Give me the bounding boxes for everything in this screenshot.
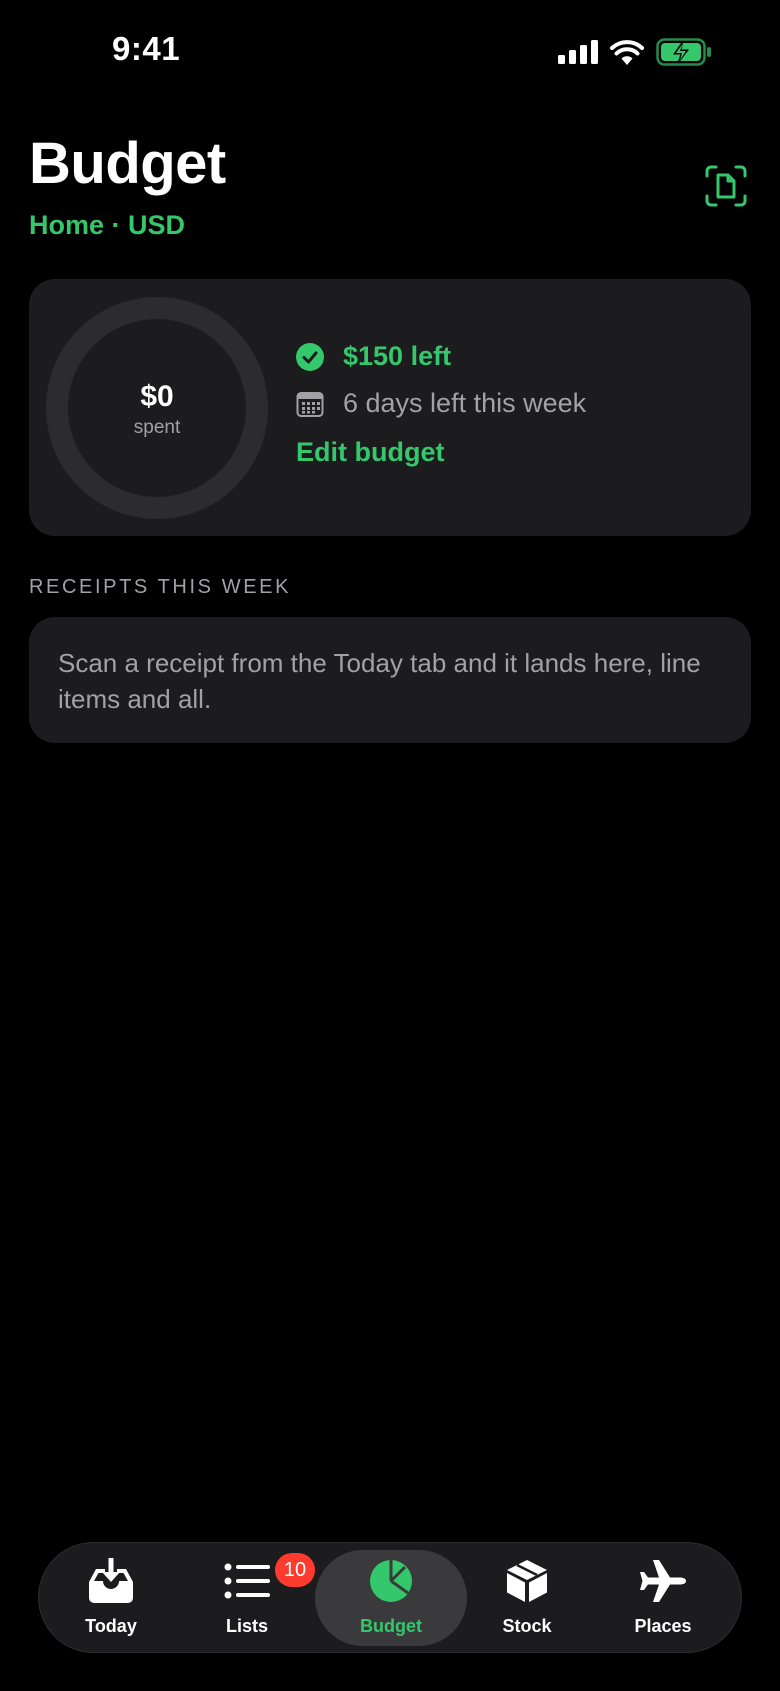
tab-stock-label: Stock [502, 1616, 552, 1636]
days-left-row: 6 days left this week [296, 388, 586, 419]
receipts-section-header: RECEIPTS THIS WEEK [29, 576, 292, 598]
tab-today[interactable]: Today [43, 1543, 179, 1654]
tab-places-label: Places [634, 1616, 692, 1636]
airplane-icon [639, 1559, 687, 1608]
tab-lists-label: Lists [225, 1616, 268, 1636]
tab-stock[interactable]: Stock [459, 1543, 595, 1654]
budget-summary-card: $0 spent $150 left 6 days left this week… [29, 279, 751, 536]
battery-charging-icon [656, 38, 712, 71]
calendar-icon [296, 390, 324, 418]
cellular-signal-icon [558, 40, 598, 69]
days-left-text: 6 days left this week [343, 388, 587, 418]
status-bar: 9:41 [0, 0, 780, 100]
tray-download-icon [86, 1557, 136, 1609]
lists-count-badge: 10 [275, 1553, 315, 1587]
box-icon [505, 1559, 549, 1608]
doc-scan-icon [705, 165, 747, 211]
status-time: 9:41 [112, 30, 181, 67]
page-title: Budget [29, 131, 226, 196]
tab-bar: Today Lists 10 Budget Stock Places [38, 1542, 742, 1653]
scan-receipt-button[interactable] [705, 165, 747, 207]
list-icon [224, 1563, 270, 1604]
remaining-amount: $150 left [343, 341, 452, 371]
spent-label: spent [133, 417, 181, 438]
tab-places[interactable]: Places [595, 1543, 731, 1654]
pie-chart-icon [369, 1559, 413, 1608]
wifi-icon [610, 39, 644, 70]
receipts-empty-card: Scan a receipt from the Today tab and it… [29, 617, 751, 743]
household-currency-subtitle[interactable]: Home · USD [29, 210, 185, 241]
receipts-empty-text: Scan a receipt from the Today tab and it… [58, 648, 701, 714]
checkmark-circle-icon [296, 342, 324, 371]
tab-budget-label: Budget [360, 1616, 422, 1636]
tab-budget[interactable]: Budget [323, 1543, 459, 1654]
budget-screen: 9:41 Budget Home · USD $0 spent $150 lef… [0, 0, 780, 1691]
spent-amount: $0 [140, 380, 174, 413]
status-icons [558, 38, 712, 71]
edit-budget-link[interactable]: Edit budget [296, 437, 444, 468]
remaining-row: $150 left [296, 341, 451, 372]
tab-today-label: Today [85, 1616, 137, 1636]
